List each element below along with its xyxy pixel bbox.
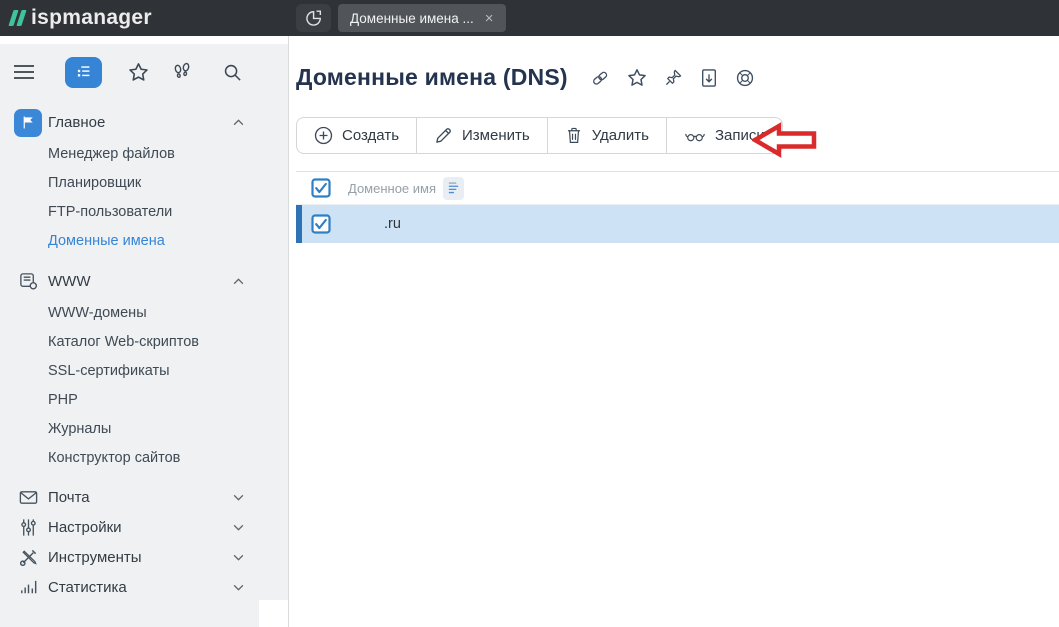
chevron-up-icon <box>233 119 244 126</box>
sidebar-section-settings[interactable]: Настройки <box>0 512 288 542</box>
sidebar-bottom-gap <box>259 600 288 627</box>
hamburger-menu-icon[interactable] <box>13 64 35 80</box>
favorites-star-icon[interactable] <box>128 62 149 83</box>
server-gear-icon <box>14 268 42 296</box>
logo-text: ispmanager <box>31 6 152 30</box>
chevron-down-icon <box>233 584 244 591</box>
sidebar-item-ftp-users[interactable]: FTP-пользователи <box>0 197 288 226</box>
sidebar-item-php[interactable]: PHP <box>0 385 288 414</box>
glasses-icon <box>684 128 706 144</box>
export-icon[interactable] <box>700 68 718 88</box>
tab-label: Доменные имена ... <box>350 11 474 26</box>
section-label: WWW <box>48 273 90 290</box>
star-icon[interactable] <box>627 68 647 88</box>
item-label: Менеджер файлов <box>48 146 175 162</box>
section-label: Почта <box>48 489 90 506</box>
sidebar-item-logs[interactable]: Журналы <box>0 414 288 443</box>
topbar: ispmanager Доменные имена ... × <box>0 0 1059 36</box>
title-actions <box>590 68 755 88</box>
button-label: Изменить <box>462 127 530 144</box>
red-arrow-annotation <box>752 122 818 158</box>
section-label: Главное <box>48 114 105 131</box>
item-label: Каталог Web-скриптов <box>48 334 199 350</box>
ispmanager-logo: ispmanager <box>11 6 152 30</box>
sliders-icon <box>14 513 42 541</box>
delete-button[interactable]: Удалить <box>547 118 666 153</box>
flag-icon <box>14 109 42 137</box>
bar-chart-icon <box>14 573 42 601</box>
dashboard-button[interactable] <box>296 4 331 32</box>
item-label: PHP <box>48 392 78 408</box>
select-all-checkbox[interactable] <box>311 178 331 198</box>
pie-chart-icon <box>304 8 324 28</box>
sidebar-section-tools[interactable]: Инструменты <box>0 542 288 572</box>
pencil-icon <box>434 126 453 145</box>
item-label: Планировщик <box>48 175 141 191</box>
chevron-down-icon <box>233 524 244 531</box>
section-label: Настройки <box>48 519 122 536</box>
help-icon[interactable] <box>735 68 755 88</box>
item-label: Конструктор сайтов <box>48 450 180 466</box>
edit-button[interactable]: Изменить <box>416 118 547 153</box>
sidebar-item-www-domains[interactable]: WWW-домены <box>0 298 288 327</box>
sidebar-item-file-manager[interactable]: Менеджер файлов <box>0 139 288 168</box>
chevron-up-icon <box>233 278 244 285</box>
footprints-icon[interactable] <box>171 61 193 83</box>
tab-close-icon[interactable]: × <box>485 11 494 26</box>
button-label: Удалить <box>592 127 649 144</box>
action-toolbar: Создать Изменить <box>296 117 783 154</box>
item-label: SSL-сертификаты <box>48 363 170 379</box>
sidebar-section-mail[interactable]: Почта <box>0 482 288 512</box>
sidebar-section-statistics[interactable]: Статистика <box>0 572 288 602</box>
list-view-icon <box>75 63 93 81</box>
selected-row-accent <box>296 205 302 243</box>
content-area: Доменные имена (DNS) <box>289 36 1059 627</box>
column-header-domain-name: Доменное имя <box>348 181 436 196</box>
item-label: WWW-домены <box>48 305 147 321</box>
sidebar-toolbar <box>0 44 288 100</box>
main-layout: Главное Менеджер файлов Планировщик FTP-… <box>0 36 1059 627</box>
mail-icon <box>14 483 42 511</box>
domain-name-cell: .ru <box>384 216 401 232</box>
sidebar-item-site-builder[interactable]: Конструктор сайтов <box>0 443 288 472</box>
list-view-button[interactable] <box>65 57 102 88</box>
link-icon[interactable] <box>590 68 610 88</box>
table-row-domain[interactable]: .ru <box>296 205 1059 243</box>
chevron-down-icon <box>233 494 244 501</box>
item-label: Доменные имена <box>48 233 165 249</box>
create-button[interactable]: Создать <box>297 118 416 153</box>
section-label: Статистика <box>48 579 127 596</box>
page-title: Доменные имена (DNS) <box>296 64 568 91</box>
plus-circle-icon <box>314 126 333 145</box>
sidebar-menu: Главное Менеджер файлов Планировщик FTP-… <box>0 106 288 602</box>
tab-domain-names[interactable]: Доменные имена ... × <box>338 4 506 32</box>
item-label: Журналы <box>48 421 111 437</box>
section-label: Инструменты <box>48 549 142 566</box>
domains-table: Доменное имя .ru <box>296 171 1059 243</box>
sidebar: Главное Менеджер файлов Планировщик FTP-… <box>0 36 289 627</box>
trash-icon <box>565 126 583 145</box>
row-checkbox[interactable] <box>311 214 331 234</box>
sidebar-section-glavnoe[interactable]: Главное <box>0 106 288 139</box>
sidebar-item-web-scripts[interactable]: Каталог Web-скриптов <box>0 327 288 356</box>
tools-icon <box>14 543 42 571</box>
table-header: Доменное имя <box>296 171 1059 205</box>
chevron-down-icon <box>233 554 244 561</box>
sidebar-item-ssl-certificates[interactable]: SSL-сертификаты <box>0 356 288 385</box>
sidebar-section-www[interactable]: WWW <box>0 265 288 298</box>
search-icon[interactable] <box>223 63 242 82</box>
pin-icon[interactable] <box>664 68 683 87</box>
sort-icon[interactable] <box>443 177 464 200</box>
sidebar-item-domain-names[interactable]: Доменные имена <box>0 226 288 255</box>
button-label: Создать <box>342 127 399 144</box>
item-label: FTP-пользователи <box>48 204 172 220</box>
sidebar-item-scheduler[interactable]: Планировщик <box>0 168 288 197</box>
logo-slashes-icon <box>11 10 24 26</box>
